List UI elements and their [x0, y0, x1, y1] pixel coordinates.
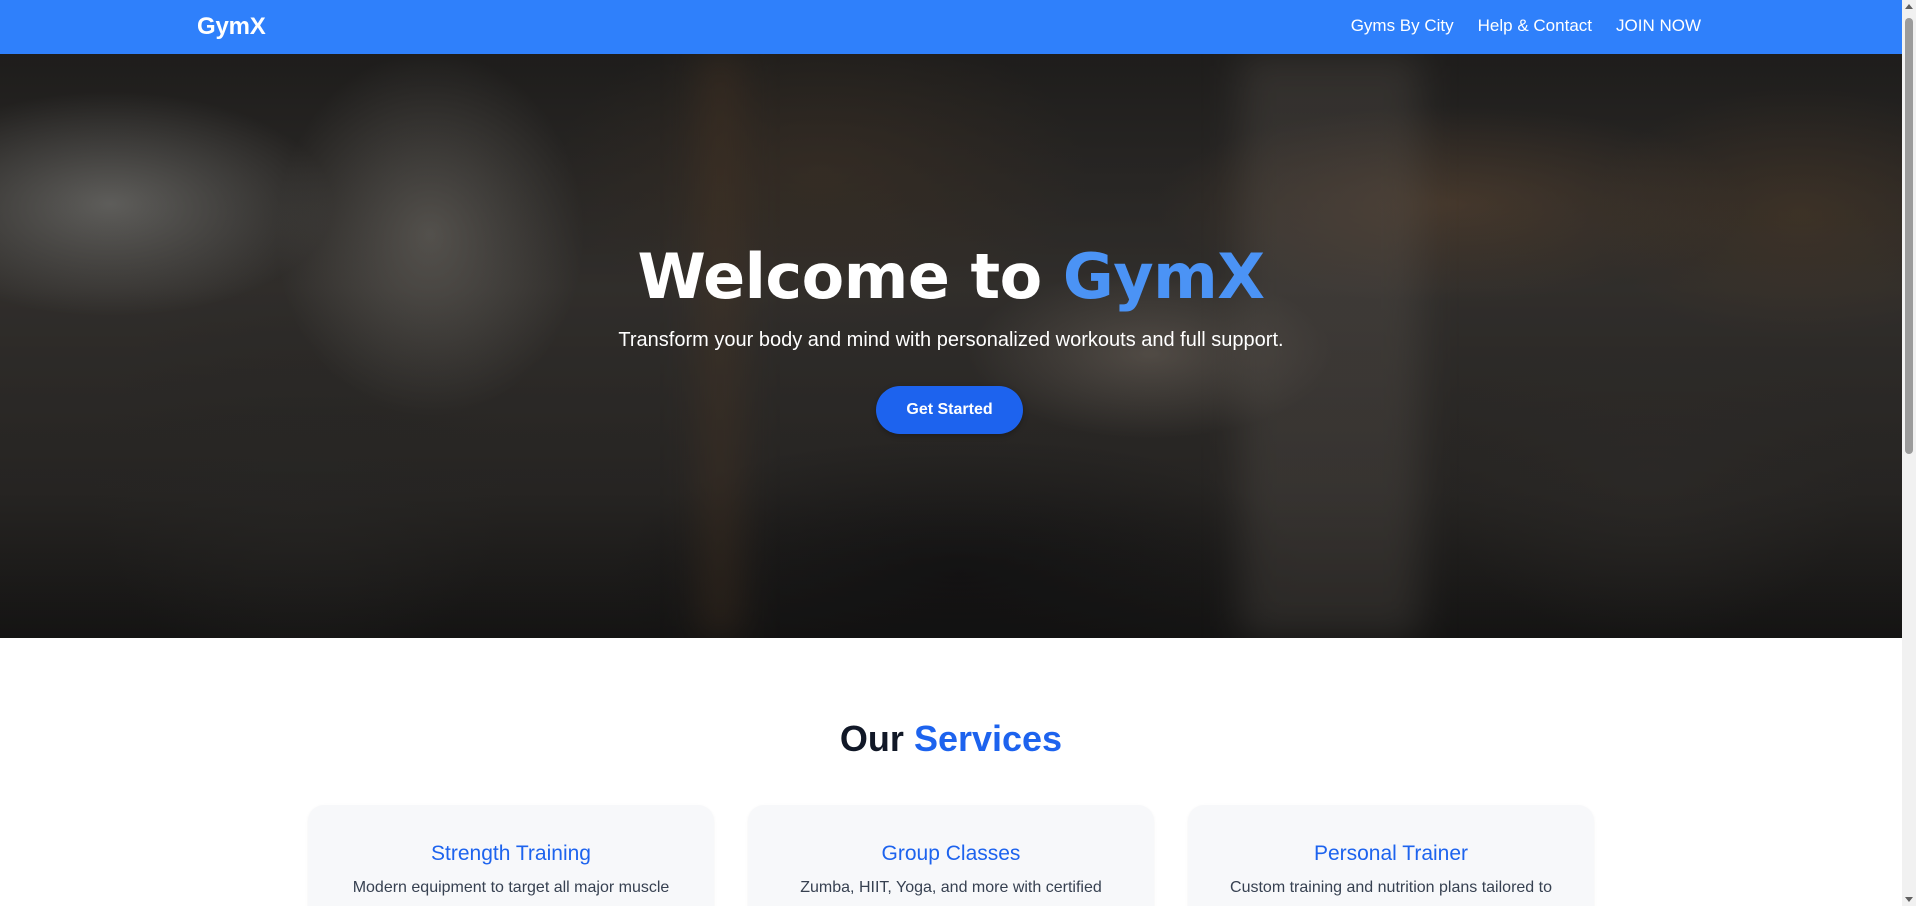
scroll-up-arrow-icon[interactable]	[1905, 4, 1913, 9]
top-navbar: GymX Gyms By City Help & Contact JOIN NO…	[0, 0, 1902, 54]
services-heading-prefix: Our	[839, 718, 904, 759]
service-card-desc: Custom training and nutrition plans tail…	[1230, 879, 1552, 896]
vertical-scrollbar[interactable]	[1902, 0, 1916, 906]
scrollbar-thumb[interactable]	[1905, 18, 1913, 454]
nav-link-join-now[interactable]: JOIN NOW	[1616, 16, 1701, 36]
services-heading: Our Services	[0, 718, 1902, 760]
hero-title-accent: GymX	[1062, 240, 1265, 313]
hero-subtitle: Transform your body and mind with person…	[618, 329, 1284, 351]
page: GymX Gyms By City Help & Contact JOIN NO…	[0, 0, 1916, 906]
service-card-group-classes[interactable]: Group Classes Zumba, HIIT, Yoga, and mor…	[748, 805, 1154, 906]
nav-link-help-contact[interactable]: Help & Contact	[1478, 16, 1592, 36]
service-card-title: Personal Trainer	[1313, 842, 1469, 865]
service-card-personal-trainer[interactable]: Personal Trainer Custom training and nut…	[1188, 805, 1594, 906]
service-card-title: Group Classes	[881, 842, 1021, 865]
service-card-desc: Zumba, HIIT, Yoga, and more with certifi…	[800, 879, 1102, 896]
nav-link-gyms-by-city[interactable]: Gyms By City	[1351, 16, 1454, 36]
service-card-strength[interactable]: Strength Training Modern equipment to ta…	[308, 805, 714, 906]
services-heading-accent: Services	[913, 718, 1063, 759]
service-card-desc: Modern equipment to target all major mus…	[352, 879, 670, 896]
service-card-title: Strength Training	[431, 842, 591, 865]
nav-links: Gyms By City Help & Contact JOIN NOW	[1351, 16, 1701, 36]
hero-title: Welcome to GymX	[0, 240, 1902, 313]
brand-logo[interactable]: GymX	[197, 13, 266, 41]
get-started-button[interactable]: Get Started	[876, 386, 1023, 434]
hero-section: Welcome to GymX Transform your body and …	[0, 54, 1902, 638]
hero-title-prefix: Welcome to	[637, 240, 1042, 313]
scroll-down-arrow-icon[interactable]	[1905, 897, 1913, 902]
hero-content: Welcome to GymX Transform your body and …	[0, 54, 1902, 638]
